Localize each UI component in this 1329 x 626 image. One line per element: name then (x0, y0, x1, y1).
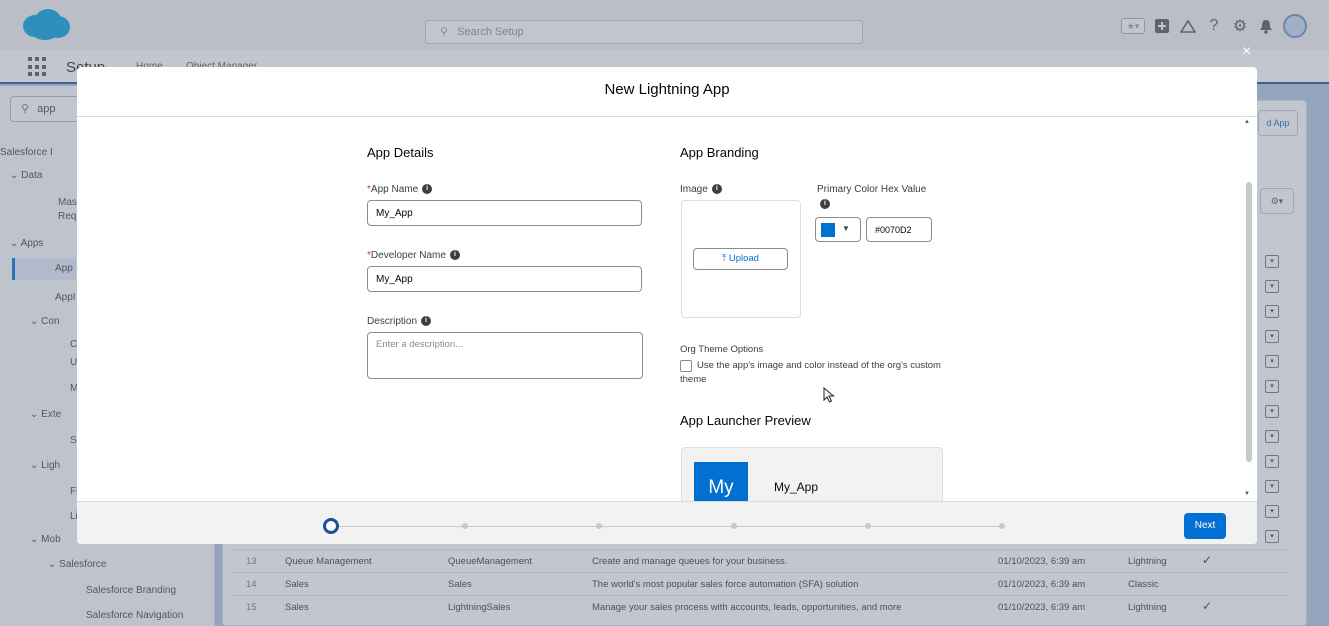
primary-color-label: Primary Color Hex Value (817, 184, 927, 195)
info-icon[interactable]: i (711, 184, 722, 195)
progress-step[interactable] (730, 523, 737, 529)
info-icon[interactable]: i (421, 316, 432, 327)
upload-button[interactable]: ⤒ Upload (693, 248, 788, 270)
app-details-title: App Details (367, 145, 434, 160)
modal-header: New Lightning App (77, 67, 1257, 117)
scroll-down-icon[interactable]: ▼ (1244, 491, 1250, 497)
chevron-down-icon: ▼ (842, 224, 850, 233)
app-name-label: *App Name i (367, 184, 433, 195)
scroll-up-icon[interactable]: ▲ (1244, 119, 1250, 125)
description-label: Description i (367, 316, 432, 327)
next-button[interactable]: Next (1184, 513, 1226, 539)
progress-step[interactable] (999, 523, 1005, 529)
modal-scrollbar-thumb[interactable] (1246, 182, 1252, 462)
preview-app-name: My_App (774, 480, 819, 494)
modal-title: New Lightning App (604, 81, 730, 98)
app-launcher-preview-card: My My_App (681, 447, 943, 501)
app-tile-icon: My (694, 462, 748, 501)
info-icon[interactable]: i (820, 199, 830, 209)
modal-footer (77, 501, 1257, 544)
developer-name-input[interactable] (367, 266, 642, 292)
upload-icon: ⤒ (722, 253, 729, 264)
description-textarea[interactable] (367, 332, 643, 379)
modal-body: App Details *App Namei *Developer Namei … (77, 117, 1257, 501)
image-label: Image i (680, 184, 722, 195)
progress-step[interactable] (323, 518, 339, 534)
primary-color-input[interactable] (866, 217, 932, 242)
close-icon[interactable]: × (1242, 44, 1251, 60)
org-theme-label: Org Theme Options (680, 344, 764, 355)
org-theme-checkbox-label: Use the app's image and color instead of… (680, 360, 941, 385)
info-icon[interactable]: i (449, 250, 460, 261)
launcher-preview-title: App Launcher Preview (680, 413, 811, 428)
app-name-input[interactable] (367, 200, 642, 226)
app-branding-title: App Branding (680, 145, 759, 160)
color-picker-button[interactable]: ▼ (815, 217, 861, 242)
new-lightning-app-modal: New Lightning App App Details *App Name i… (77, 67, 1257, 544)
mouse-cursor-icon (823, 387, 835, 403)
progress-step[interactable] (864, 523, 871, 529)
color-swatch (821, 223, 835, 237)
progress-track (331, 526, 1002, 527)
developer-name-label: *Developer Name i (367, 250, 460, 261)
info-icon[interactable]: i (422, 184, 433, 195)
